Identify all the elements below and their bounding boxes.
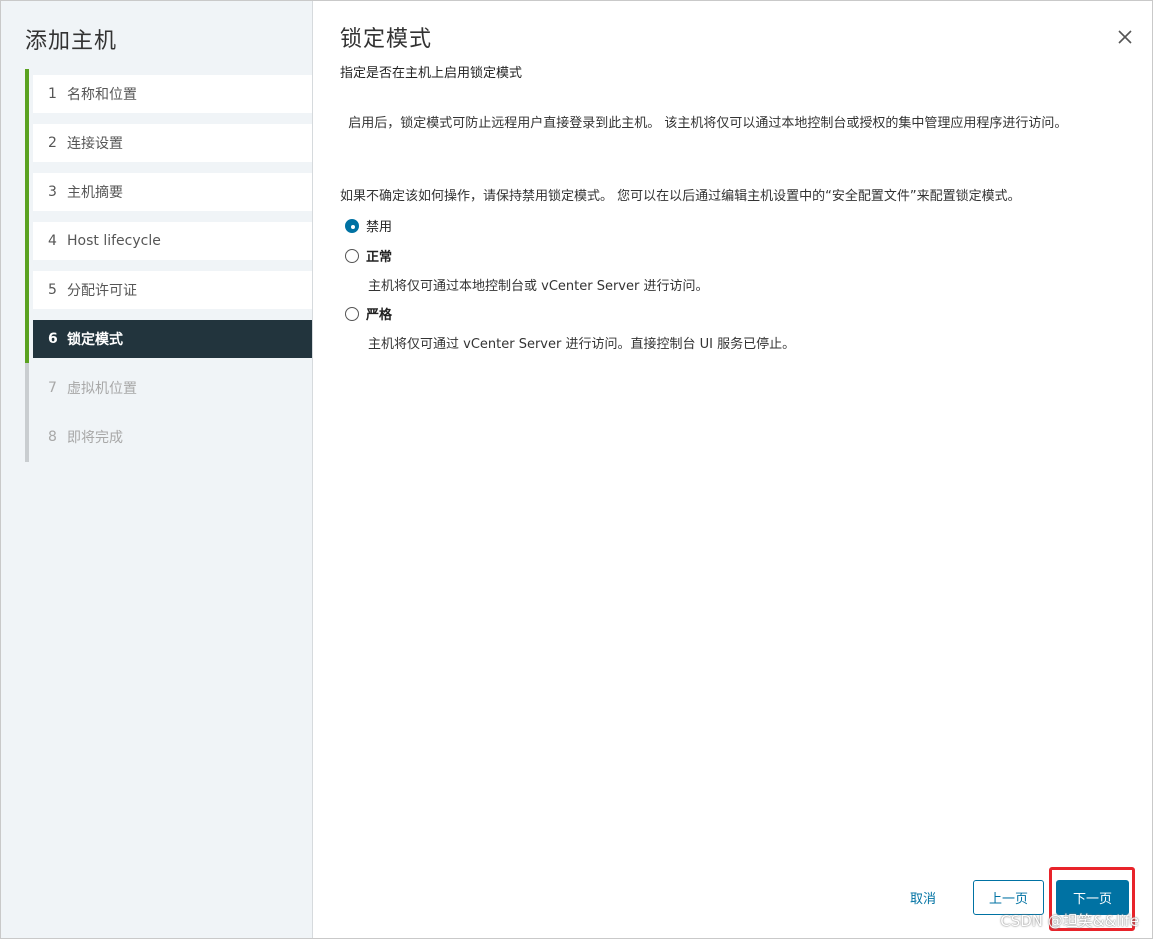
step-number: 5 bbox=[48, 282, 57, 298]
wizard-sidebar: 添加主机 1 名称和位置 2 连接设置 3 主机摘要 4 Host lifecy… bbox=[1, 1, 313, 938]
step-progress-bar bbox=[25, 118, 29, 168]
radio-option-strict[interactable]: 严格 bbox=[345, 304, 392, 323]
step-progress-bar bbox=[25, 216, 29, 266]
wizard-step-8: 8 即将完成 bbox=[25, 412, 312, 462]
radio-description-normal: 主机将仅可通过本地控制台或 vCenter Server 进行访问。 bbox=[368, 279, 709, 294]
step-box: 1 名称和位置 bbox=[33, 75, 312, 113]
page-title: 锁定模式 bbox=[340, 27, 433, 52]
radio-button[interactable] bbox=[345, 218, 359, 233]
step-box: 7 虚拟机位置 bbox=[33, 369, 312, 407]
lockdown-description: 启用后，锁定模式可防止远程用户直接登录到此主机。 该主机将仅可以通过本地控制台或… bbox=[340, 113, 1110, 135]
step-label: 分配许可证 bbox=[67, 283, 137, 299]
step-number: 8 bbox=[48, 429, 57, 445]
step-box: 6 锁定模式 bbox=[33, 320, 312, 358]
step-number: 3 bbox=[48, 184, 57, 200]
step-box: 8 即将完成 bbox=[33, 418, 312, 456]
step-label: 连接设置 bbox=[67, 136, 123, 152]
wizard-step-5[interactable]: 5 分配许可证 bbox=[25, 265, 312, 315]
watermark: CSDN @坦笑&&life bbox=[1000, 912, 1139, 930]
wizard-step-2[interactable]: 2 连接设置 bbox=[25, 118, 312, 168]
step-number: 6 bbox=[48, 331, 58, 347]
step-number: 4 bbox=[48, 233, 57, 249]
step-box: 4 Host lifecycle bbox=[33, 222, 312, 260]
step-label: 即将完成 bbox=[67, 430, 123, 446]
step-number: 1 bbox=[48, 86, 57, 102]
wizard-step-7: 7 虚拟机位置 bbox=[25, 363, 312, 413]
add-host-dialog: 添加主机 1 名称和位置 2 连接设置 3 主机摘要 4 Host lifecy… bbox=[0, 0, 1153, 939]
radio-option-normal[interactable]: 正常 bbox=[345, 246, 392, 265]
step-progress-bar bbox=[25, 265, 29, 315]
wizard-content: 锁定模式 指定是否在主机上启用锁定模式 启用后，锁定模式可防止远程用户直接登录到… bbox=[313, 1, 1152, 938]
wizard-step-1[interactable]: 1 名称和位置 bbox=[25, 69, 312, 119]
radio-description-strict: 主机将仅可通过 vCenter Server 进行访问。直接控制台 UI 服务已… bbox=[368, 337, 796, 352]
close-button[interactable] bbox=[1114, 27, 1136, 49]
wizard-step-6[interactable]: 6 锁定模式 bbox=[25, 314, 312, 364]
lockdown-note: 如果不确定该如何操作，请保持禁用锁定模式。 您可以在以后通过编辑主机设置中的“安… bbox=[340, 189, 1021, 204]
radio-label: 严格 bbox=[366, 308, 393, 323]
step-progress-bar bbox=[25, 363, 29, 413]
radio-option-disabled[interactable]: 禁用 bbox=[345, 216, 392, 235]
step-box: 2 连接设置 bbox=[33, 124, 312, 162]
lockdown-description-text: 启用后，锁定模式可防止远程用户直接登录到此主机。 该主机将仅可以通过本地控制台或… bbox=[348, 116, 1068, 131]
radio-label: 禁用 bbox=[366, 220, 393, 235]
step-box: 5 分配许可证 bbox=[33, 271, 312, 309]
wizard-step-4[interactable]: 4 Host lifecycle bbox=[25, 216, 312, 266]
step-box: 3 主机摘要 bbox=[33, 173, 312, 211]
step-label: 虚拟机位置 bbox=[67, 381, 137, 397]
step-label: 锁定模式 bbox=[67, 332, 123, 348]
step-progress-bar bbox=[25, 69, 29, 119]
step-number: 7 bbox=[48, 380, 57, 396]
step-label: 主机摘要 bbox=[67, 185, 123, 201]
step-progress-bar bbox=[25, 167, 29, 217]
wizard-steps: 1 名称和位置 2 连接设置 3 主机摘要 4 Host lifecycle 5… bbox=[25, 69, 312, 467]
close-icon bbox=[1118, 30, 1132, 44]
radio-label: 正常 bbox=[366, 250, 393, 265]
cancel-button[interactable]: 取消 bbox=[910, 888, 936, 907]
page-subtitle: 指定是否在主机上启用锁定模式 bbox=[340, 66, 523, 81]
step-progress-bar bbox=[25, 412, 29, 462]
step-number: 2 bbox=[48, 135, 57, 151]
radio-button[interactable] bbox=[345, 306, 359, 321]
wizard-step-3[interactable]: 3 主机摘要 bbox=[25, 167, 312, 217]
step-progress-bar bbox=[25, 314, 29, 364]
step-label: Host lifecycle bbox=[67, 233, 161, 249]
radio-button[interactable] bbox=[345, 248, 359, 263]
wizard-title: 添加主机 bbox=[25, 29, 118, 54]
step-label: 名称和位置 bbox=[67, 87, 137, 103]
